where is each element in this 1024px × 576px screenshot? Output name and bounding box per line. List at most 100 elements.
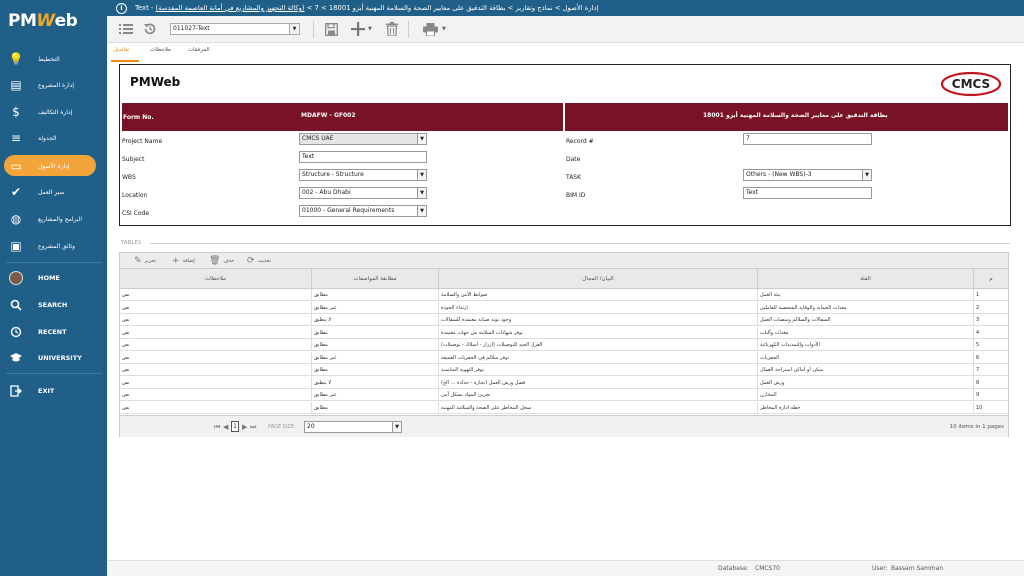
page-size-select[interactable]: 20 ▼ — [304, 421, 402, 433]
column-header-category[interactable]: الفئة — [758, 269, 974, 289]
form-title-band: بطاقة التدقيق على معايير الصحة والسلامة … — [565, 103, 1008, 131]
sidebar-divider — [6, 262, 102, 263]
next-page-icon[interactable]: ▶ — [242, 423, 247, 431]
csi-code-value: 01000 - General Requirements — [302, 207, 395, 214]
sidebar-item-project[interactable]: ▤ إدارة المشروع — [0, 74, 107, 96]
chevron-down-icon[interactable]: ▼ — [442, 22, 446, 36]
tab-notes[interactable]: ملاحظات — [150, 47, 171, 53]
csi-code-select[interactable]: 01000 - General Requirements ▼ — [299, 205, 427, 217]
cell-item: تخزين المواد بشكل آمن — [439, 389, 758, 401]
history-icon[interactable] — [143, 22, 157, 36]
form-no-value: MDAFW - GF002 — [301, 112, 356, 119]
column-header-number[interactable]: م — [974, 269, 1008, 289]
chevron-down-icon: ▼ — [417, 206, 426, 216]
subject-label: Subject — [122, 156, 145, 163]
table-row[interactable]: نص مطابق توفر شهادات السلامة من جهات معتمد… — [120, 326, 1008, 339]
tab-attachments[interactable]: المرفقات — [188, 47, 210, 53]
add-icon[interactable] — [351, 22, 365, 36]
sidebar-item-globe[interactable]: ◍ البرامج والمشاريع — [0, 208, 107, 230]
previous-page-icon[interactable]: ◀ — [223, 423, 228, 431]
delete-row-button[interactable]: 🗑 حذف — [209, 256, 234, 266]
sidebar-item-lightbulb[interactable]: 💡 التخطيط — [0, 48, 107, 70]
bim-id-field[interactable]: Text — [743, 187, 872, 199]
last-page-icon[interactable]: ⏭ — [250, 423, 256, 432]
cell-compliance: لا ينطبق — [312, 314, 439, 326]
table-row[interactable]: نص لا ينطبق وجود نوته صيانة معتمدة للسقالا… — [120, 314, 1008, 326]
table-row[interactable]: نص غير مطابق تخزين المواد بشكل آمن المخازن 9 — [120, 389, 1008, 401]
wbs-select[interactable]: Structure - Structure ▼ — [299, 169, 427, 181]
sidebar-item-exit[interactable]: EXIT — [0, 380, 107, 402]
sidebar-item-recent[interactable]: RECENT — [0, 321, 107, 343]
breadcrumb-link[interactable]: (وكالة التجهيز والمشاريع في أمانة العاصم… — [156, 4, 305, 12]
sidebar-item-dollar[interactable]: $ إدارة التكاليف — [0, 101, 107, 123]
sidebar-item-university[interactable]: UNIVERSITY — [0, 347, 107, 369]
info-icon[interactable]: i — [116, 2, 127, 14]
record-number-value: 7 — [746, 135, 750, 142]
print-icon[interactable] — [423, 22, 438, 36]
toolbar-divider — [313, 21, 314, 38]
record-select[interactable]: 011027-Text ▼ — [170, 23, 300, 35]
pmweb-form-logo: PMWeb — [130, 75, 181, 89]
tab-label: تفاصيل — [113, 47, 130, 53]
task-label: TASK — [566, 174, 582, 181]
add-row-button[interactable]: + إضافة — [172, 256, 195, 266]
edit-label: تحرير — [144, 258, 157, 264]
first-page-icon[interactable]: ⏮ — [214, 423, 220, 432]
current-page-input[interactable]: 1 — [231, 421, 239, 432]
table-row[interactable]: نص مطابق ضوابط الأمن والسلامة بيئة العمل 1 — [120, 289, 1008, 301]
cell-item: توفر التهوية المناسبة — [439, 364, 758, 376]
chevron-down-icon: ▼ — [417, 170, 426, 180]
list-icon[interactable] — [119, 22, 133, 36]
subject-field[interactable]: Text — [299, 151, 427, 163]
table-row[interactable]: نص مطابق العزل الجيد للتوصيلات (ازرار - اس… — [120, 339, 1008, 351]
cell-category: الحفريات — [758, 351, 974, 364]
refresh-button[interactable]: ⟳ تحديث — [247, 256, 271, 266]
cell-notes: نص — [120, 301, 312, 314]
location-select[interactable]: 002 - Abu Dhabi ▼ — [299, 187, 427, 199]
table-row[interactable]: نص غير مطابق ارتداء الخوذة معدات الحماية وا… — [120, 301, 1008, 314]
tab-details[interactable]: تفاصيل — [113, 47, 129, 53]
database-label: Database: — [718, 565, 749, 572]
chevron-down-icon: ▼ — [417, 188, 426, 198]
toolbar-divider — [408, 21, 409, 38]
project-name-label: Project Name — [122, 138, 163, 145]
sidebar-item-search[interactable]: SEARCH — [0, 294, 107, 316]
cell-item: توفر شهادات السلامة من جهات معتمدة — [439, 326, 758, 339]
chevron-down-icon[interactable]: ▼ — [368, 22, 372, 36]
table-row[interactable]: نص لا ينطبق فصل ورش العمل (نجارة - حدادة .… — [120, 376, 1008, 389]
column-header-notes[interactable]: ملاحظات — [120, 269, 312, 289]
logo-suffix: eb — [54, 11, 78, 31]
record-number-field[interactable]: 7 — [743, 133, 872, 145]
cell-num: 1 — [976, 292, 980, 298]
sidebar-item-assets[interactable]: ▭ إدارة الأصول — [0, 155, 107, 177]
column-header-item[interactable]: البيان/ المجال — [439, 269, 758, 289]
cell-compliance: مطابق — [312, 401, 439, 414]
table-row[interactable]: نص مطابق سجل المخاطر على الصحة والسلامة ال… — [120, 401, 1008, 414]
cell-item: سجل المخاطر على الصحة والسلامة المهنية — [439, 401, 758, 414]
column-header-compliance[interactable]: مطابقة المواصفات — [312, 269, 439, 289]
sidebar-item-briefcase[interactable]: ▣ وثائق المشروع — [0, 235, 107, 257]
breadcrumb: Text - إدارة الأصول > نماذج وتقارير > بط… — [135, 4, 598, 12]
chevron-down-icon: ▼ — [417, 134, 426, 144]
table-row[interactable]: نص غير مطابق توفر سلالم في الحفريات العميق… — [120, 351, 1008, 364]
save-icon[interactable] — [325, 22, 338, 36]
table-row[interactable]: نص مطابق توفر التهوية المناسبة سكن أو أماكن… — [120, 364, 1008, 376]
cell-notes: نص — [120, 389, 312, 401]
plus-icon: + — [172, 256, 180, 266]
sidebar-item-label: الجدولة — [38, 134, 57, 142]
project-name-select[interactable]: CMCS UAE ▼ — [299, 133, 427, 145]
task-select[interactable]: Others - (New WBS)-3 ▼ — [743, 169, 872, 181]
csi-code-label: CSI Code — [122, 210, 150, 217]
sidebar-item-checkmark[interactable]: ✔ سير العمل — [0, 181, 107, 203]
cell-num: 9 — [976, 392, 980, 398]
cell-compliance: لا ينطبق — [312, 376, 439, 389]
cell-compliance: مطابق — [312, 289, 439, 301]
wbs-label: WBS — [122, 174, 136, 181]
sidebar-item-schedule[interactable]: ≡ الجدولة — [0, 127, 107, 149]
cell-compliance: مطابق — [312, 339, 439, 351]
trash-icon[interactable] — [386, 22, 398, 36]
edit-button[interactable]: ✎ تحرير — [134, 256, 156, 266]
sidebar-item-home[interactable]: HOME — [0, 267, 107, 289]
pmweb-logo[interactable]: PM Web — [0, 0, 107, 42]
sidebar-item-label: وثائق المشروع — [38, 242, 76, 250]
